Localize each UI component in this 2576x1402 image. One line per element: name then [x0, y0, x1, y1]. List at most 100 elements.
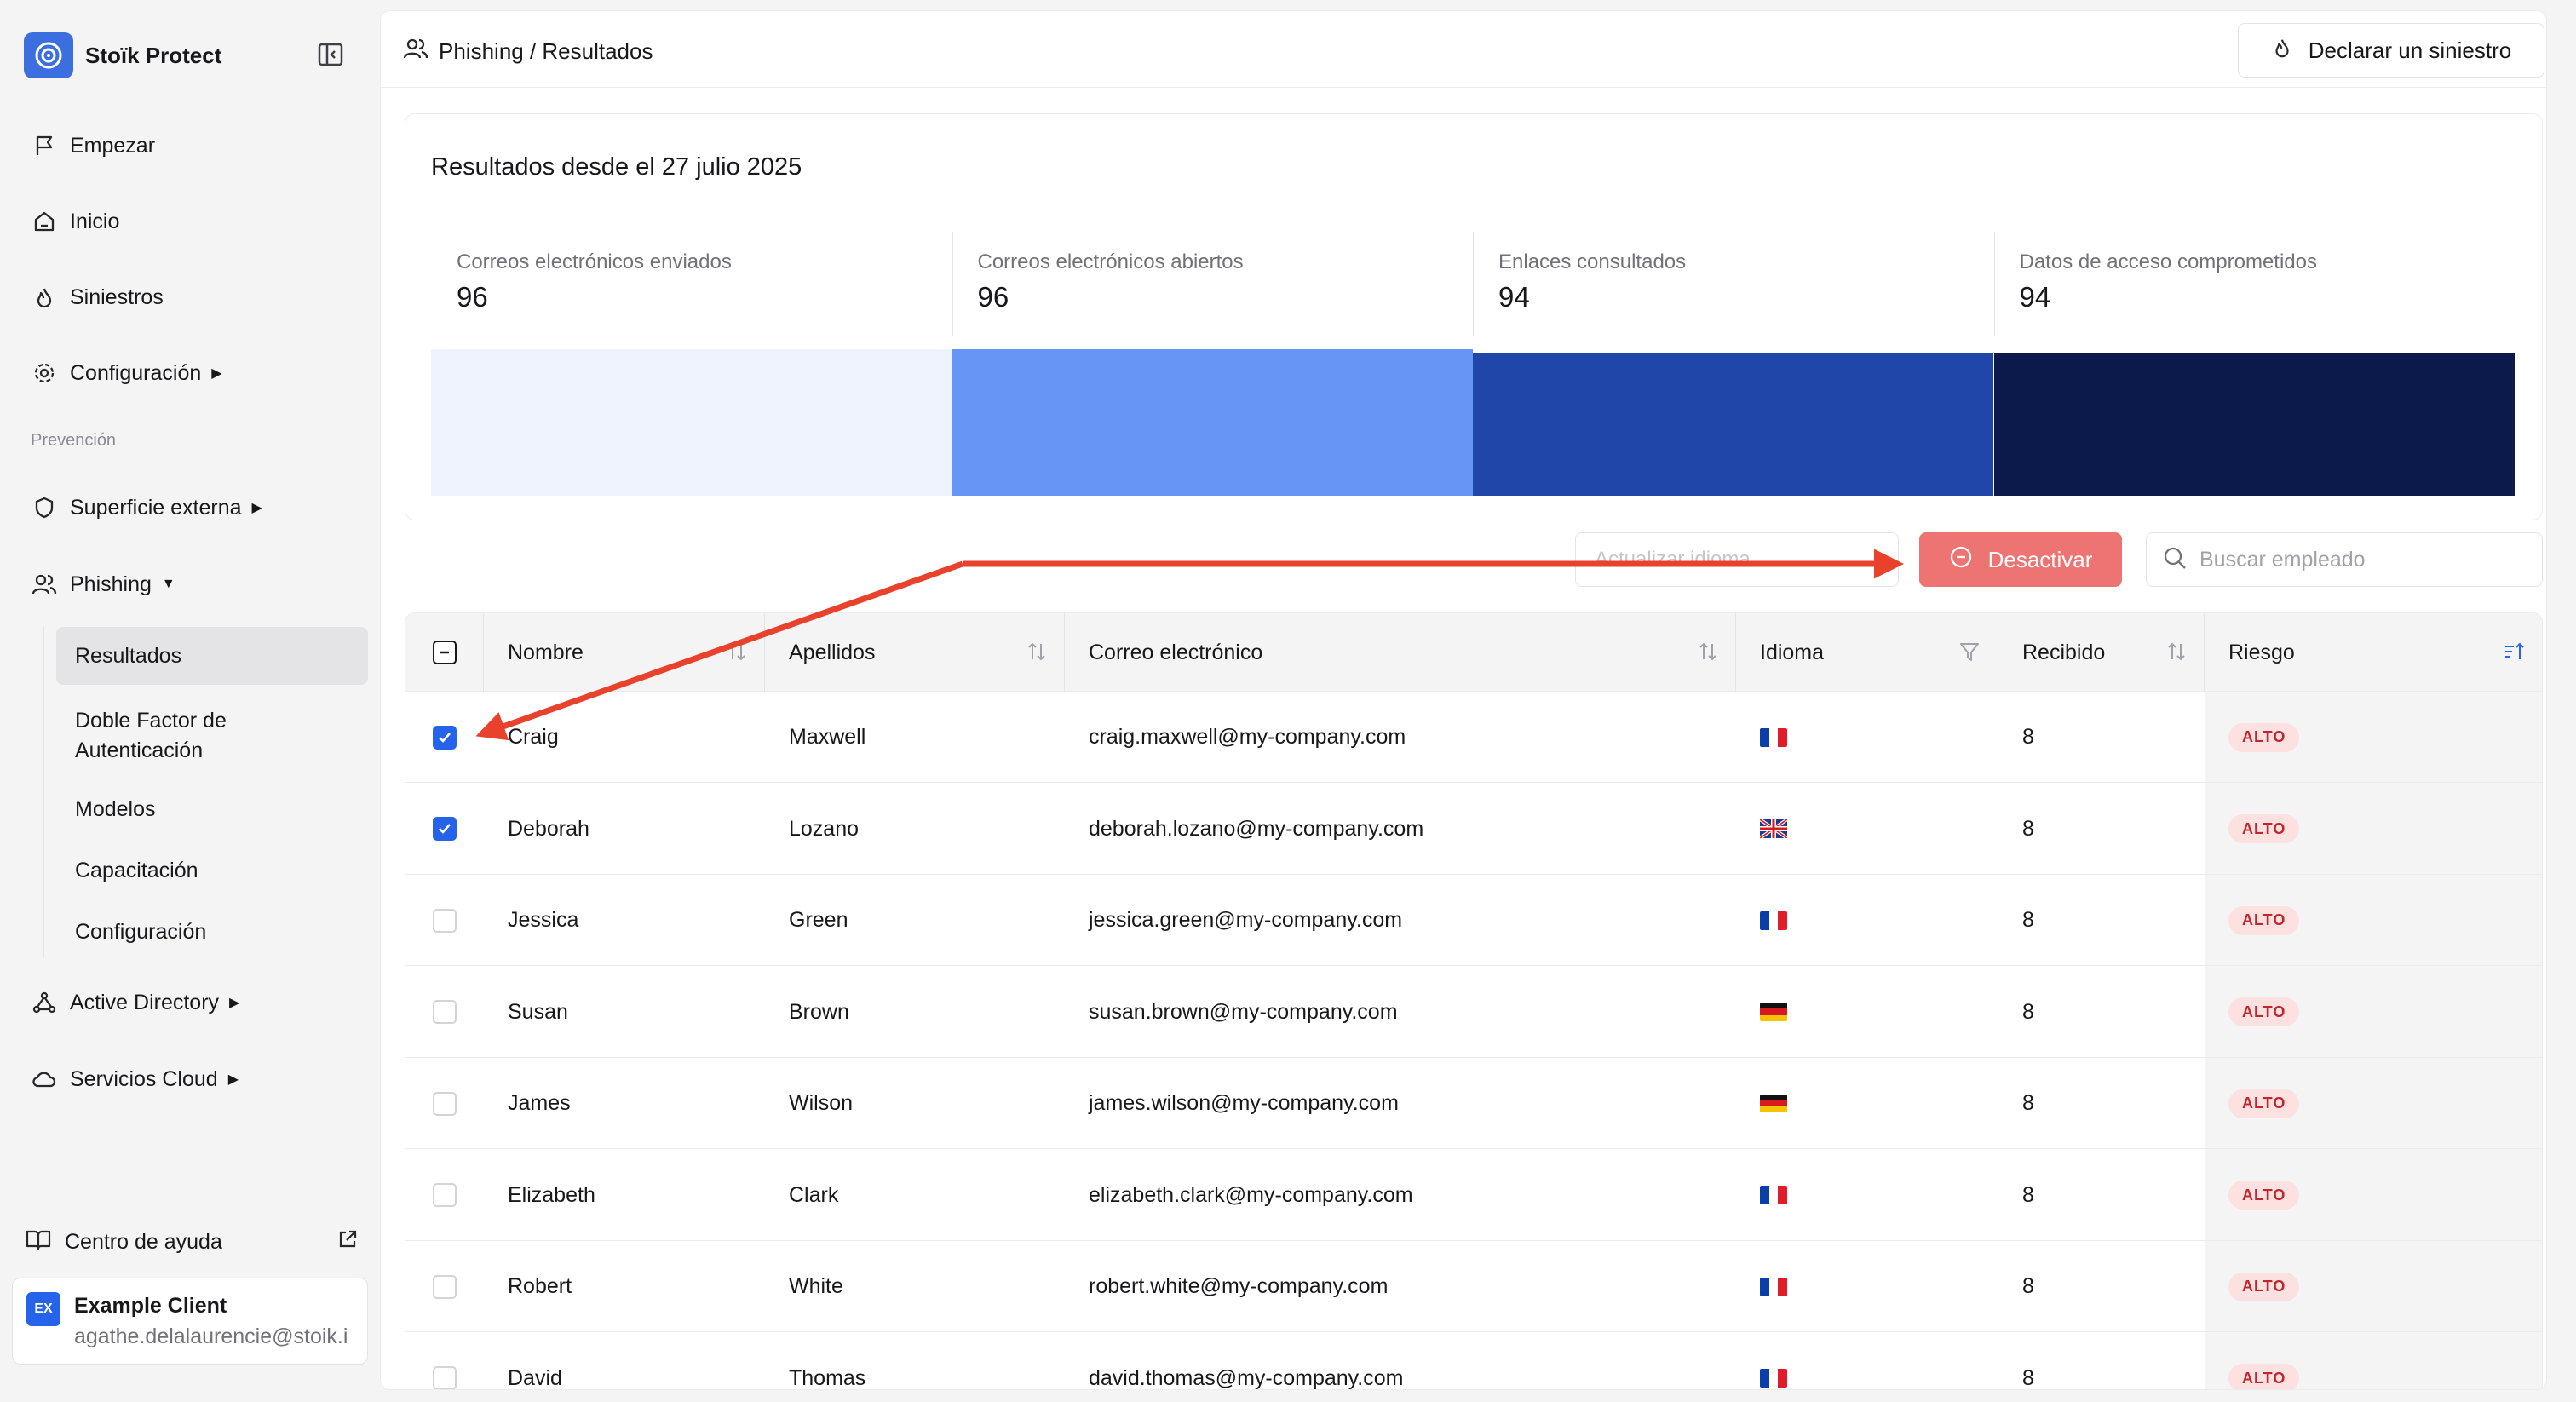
nav-item-configuracion[interactable]: Configuración ▶ [31, 352, 222, 394]
risk-badge: ALTO [2228, 1272, 2300, 1301]
table-row[interactable]: Elizabeth Clark elizabeth.clark@my-company… [405, 1150, 2542, 1241]
stage-label: Enlaces consultados [1498, 250, 1687, 273]
sort-active-icon[interactable] [2503, 639, 2527, 670]
update-language-select[interactable]: Actualizar idioma [1575, 532, 1899, 587]
row-checkbox[interactable] [433, 1000, 457, 1024]
column-header-correo[interactable]: Correo electrónico [1065, 613, 1736, 692]
sidebar-item-modelos[interactable]: Modelos [56, 785, 368, 833]
sidebar-collapse-icon[interactable] [317, 41, 344, 68]
cell-nombre: David [508, 1365, 562, 1390]
table-row[interactable]: Deborah Lozano deborah.lozano@my-company.c… [405, 784, 2542, 875]
cell-correo: james.wilson@my-company.com [1089, 1091, 1399, 1115]
stage-bar [1473, 353, 1993, 496]
breadcrumb-text: Phishing / Resultados [439, 38, 653, 64]
row-checkbox[interactable] [433, 1366, 457, 1389]
cell-apellidos: White [789, 1274, 843, 1298]
sidebar-item-label: Configuración [75, 919, 207, 944]
column-header-recibido[interactable]: Recibido [1998, 613, 2205, 692]
search-input[interactable] [2199, 547, 2523, 572]
table-row[interactable]: David Thomas david.thomas@my-company.com 8 A… [405, 1333, 2542, 1390]
cell-apellidos: Wilson [789, 1091, 854, 1115]
nav-item-label: Active Directory [70, 990, 220, 1014]
declare-claim-button[interactable]: Declarar un siniestro [2238, 23, 2544, 78]
row-checkbox[interactable] [433, 1091, 457, 1116]
nav-item-servicios-cloud[interactable]: Servicios Cloud ▶ [31, 1058, 239, 1100]
results-title: Resultados desde el 27 julio 2025 [431, 153, 802, 181]
table-row[interactable]: Craig Maxwell craig.maxwell@my-company.com… [405, 692, 2542, 783]
nav-item-siniestros[interactable]: Siniestros [31, 276, 164, 319]
cell-nombre: Jessica [508, 908, 579, 932]
cell-apellidos: Lozano [789, 816, 860, 841]
nav-item-label: Empezar [70, 133, 156, 158]
nav-item-label: Servicios Cloud [70, 1066, 218, 1091]
cell-nombre: Craig [508, 725, 559, 749]
nav-item-superficie-externa[interactable]: Superficie externa ▶ [31, 486, 262, 529]
flame-icon [31, 284, 58, 311]
cell-idioma-flag-icon [1760, 692, 1787, 783]
column-header-riesgo[interactable]: Riesgo [2205, 613, 2542, 692]
cell-idioma-flag-icon [1760, 875, 1787, 966]
flame-icon [2271, 36, 2293, 66]
employee-search[interactable] [2146, 532, 2543, 587]
row-select-cell [405, 784, 484, 875]
funnel-stage-opened: Correos electrónicos abiertos 96 [952, 232, 1473, 496]
sidebar-item-label: Capacitación [75, 858, 198, 882]
stage-value: 96 [457, 281, 488, 313]
risk-badge: ALTO [2228, 1364, 2300, 1389]
sidebar-item-capacitacion[interactable]: Capacitación [56, 847, 368, 894]
stage-label: Correos electrónicos abiertos [977, 250, 1244, 273]
help-center-link[interactable]: Centro de ayuda [26, 1223, 358, 1261]
select-all-checkbox[interactable] [432, 641, 457, 664]
filter-icon[interactable] [1958, 639, 1981, 670]
caret-down-icon: ▼ [161, 577, 175, 591]
nav-item-active-directory[interactable]: Active Directory ▶ [31, 981, 239, 1024]
table-header: Nombre Apellidos Correo electrónico Idio… [405, 613, 2542, 692]
row-checkbox[interactable] [433, 1183, 457, 1207]
sidebar-item-configuracion-phishing[interactable]: Configuración [56, 908, 368, 956]
column-header-nombre[interactable]: Nombre [484, 613, 765, 692]
row-checkbox[interactable] [433, 817, 457, 841]
stage-bar [431, 349, 952, 496]
minus-circle-icon [1949, 545, 1973, 575]
sort-icon[interactable] [1698, 639, 1718, 670]
top-bar: Phishing / Resultados Declarar un sinies… [381, 11, 2546, 88]
cell-recibido: 8 [2022, 725, 2034, 749]
risk-badge: ALTO [2228, 1089, 2300, 1118]
stoik-logo-icon [24, 32, 73, 78]
results-funnel: Correos electrónicos enviados 96 Correos… [431, 232, 2515, 496]
deactivate-button[interactable]: Desactivar [1919, 532, 2122, 587]
risk-badge: ALTO [2228, 814, 2300, 843]
column-header-label: Correo electrónico [1089, 640, 1263, 664]
cell-riesgo: ALTO [2228, 875, 2300, 966]
account-switcher[interactable]: EX Example Client agathe.delalaurencie@s… [12, 1278, 368, 1365]
nav-item-empezar[interactable]: Empezar [31, 124, 155, 167]
flag-icon [31, 132, 58, 159]
row-checkbox[interactable] [433, 725, 457, 750]
cell-recibido: 8 [2022, 999, 2034, 1024]
brand-name: Stoïk Protect [85, 42, 222, 68]
column-header-idioma[interactable]: Idioma [1736, 613, 1998, 692]
cell-recibido: 8 [2022, 1091, 2034, 1115]
sort-icon[interactable] [1026, 639, 1047, 670]
table-row[interactable]: Jessica Green jessica.green@my-company.com… [405, 875, 2542, 966]
sidebar-item-resultados[interactable]: Resultados [56, 627, 368, 685]
nav-item-inicio[interactable]: Inicio [31, 200, 119, 243]
network-icon [31, 989, 58, 1016]
sidebar-item-label: Doble Factor de Autenticación [75, 709, 227, 762]
row-checkbox[interactable] [433, 1274, 457, 1299]
declare-claim-label: Declarar un siniestro [2308, 37, 2512, 63]
search-icon [2162, 545, 2188, 575]
table-row[interactable]: Susan Brown susan.brown@my-company.com 8 ALT… [405, 967, 2542, 1058]
row-checkbox[interactable] [433, 908, 457, 933]
cell-riesgo: ALTO [2228, 1058, 2300, 1149]
column-header-apellidos[interactable]: Apellidos [765, 613, 1065, 692]
nav-item-phishing[interactable]: Phishing ▼ [31, 563, 175, 606]
cloud-icon [31, 1066, 58, 1093]
sidebar-item-doble-factor[interactable]: Doble Factor de Autenticación [56, 700, 368, 772]
table-row[interactable]: James Wilson james.wilson@my-company.com 8 A… [405, 1058, 2542, 1149]
sort-icon[interactable] [727, 639, 747, 670]
table-row[interactable]: Robert White robert.white@my-company.com 8 A… [405, 1241, 2542, 1332]
row-select-cell [405, 1241, 484, 1332]
brand[interactable]: Stoïk Protect [24, 32, 221, 78]
sort-icon[interactable] [2166, 639, 2187, 670]
